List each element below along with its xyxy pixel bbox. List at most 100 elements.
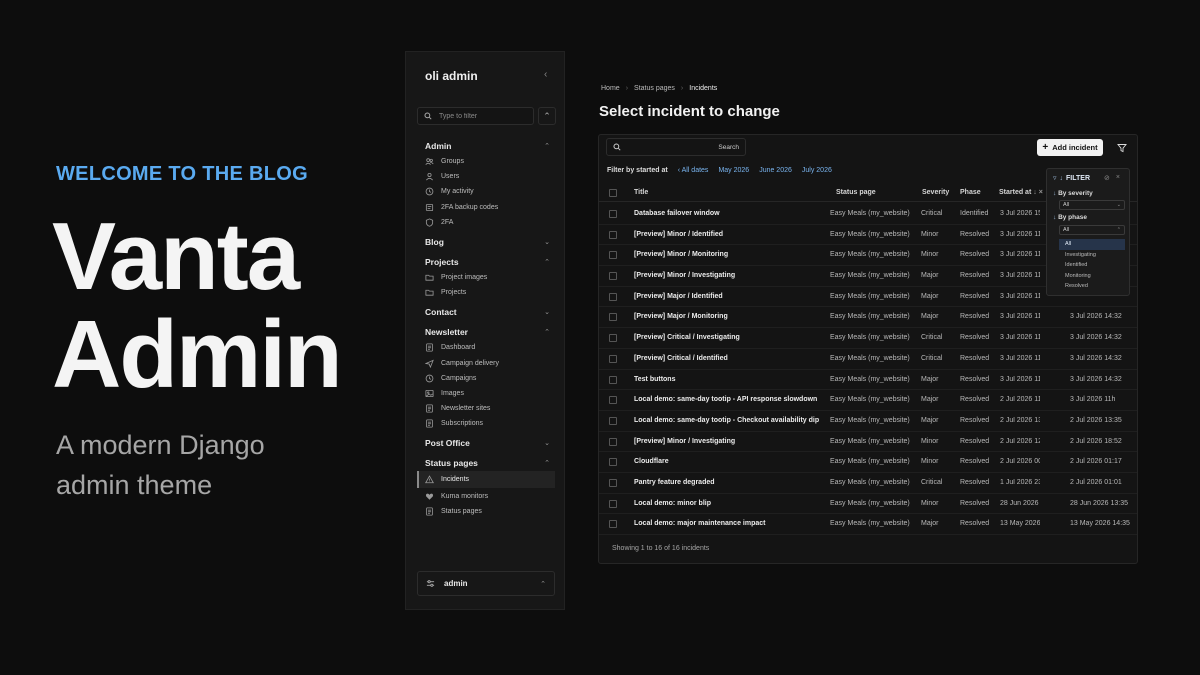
column-status-page[interactable]: Status page (836, 189, 876, 196)
date-link-all[interactable]: ‹ All dates (678, 167, 709, 174)
row-checkbox[interactable] (609, 313, 617, 322)
filter-severity-label: ↓ By severity (1053, 190, 1093, 197)
incident-title-link[interactable]: [Preview] Minor / Identified (634, 231, 723, 238)
sidebar-item-incidents[interactable]: Incidents (417, 471, 555, 489)
breadcrumb-home[interactable]: Home (601, 85, 620, 92)
incident-title-link[interactable]: Local demo: minor blip (634, 500, 711, 507)
incident-title-link[interactable]: [Preview] Major / Identified (634, 293, 723, 300)
date-hierarchy: Filter by started at ‹ All dates May 202… (607, 167, 832, 174)
row-checkbox[interactable] (609, 251, 617, 260)
breadcrumb-status-pages[interactable]: Status pages (634, 85, 675, 92)
row-checkbox[interactable] (609, 375, 617, 384)
sidebar-group-projects[interactable]: Projects ⌃ (417, 254, 555, 270)
phase-cell: Resolved (960, 416, 990, 424)
close-icon[interactable]: × (1116, 174, 1120, 182)
sidebar-item-kuma-monitors[interactable]: Kuma monitors (417, 488, 555, 503)
severity-select[interactable]: All ⌄ (1059, 200, 1125, 210)
search-box[interactable]: Search (606, 138, 746, 156)
row-checkbox[interactable] (609, 416, 617, 425)
phase-option[interactable]: Identified (1059, 260, 1125, 271)
sidebar-item-projects[interactable]: Projects (417, 285, 555, 300)
incident-title-link[interactable]: Local demo: same-day tootip - API respon… (634, 396, 817, 403)
chevron-up-icon: ⌃ (1116, 227, 1121, 233)
sidebar-group-blog[interactable]: Blog ⌄ (417, 234, 555, 250)
ended-at-cell: 2 Jul 2026 01:17 (1070, 458, 1122, 466)
select-all-checkbox[interactable] (609, 189, 617, 197)
date-link-july[interactable]: July 2026 (802, 167, 832, 174)
phase-cell: Resolved (960, 272, 990, 280)
row-checkbox[interactable] (609, 354, 617, 363)
sidebar-item-2fa-backup-codes[interactable]: 2FA backup codes (417, 200, 555, 215)
sidebar-item-campaign-delivery[interactable]: Campaign delivery (417, 356, 555, 371)
column-phase[interactable]: Phase (960, 189, 981, 196)
search-button[interactable]: Search (718, 144, 739, 151)
phase-option[interactable]: All (1059, 239, 1125, 250)
sidebar-group-status-pages[interactable]: Status pages ⌃ (417, 455, 555, 471)
sidebar-item-my-activity[interactable]: My activity (417, 184, 555, 199)
phase-select[interactable]: All ⌃ (1059, 225, 1125, 235)
sidebar-item-groups[interactable]: Groups (417, 154, 555, 169)
remove-sort-icon[interactable]: × (1039, 189, 1043, 196)
sidebar-group-post-office[interactable]: Post Office ⌄ (417, 435, 555, 451)
phase-option[interactable]: Resolved (1059, 281, 1125, 292)
incident-title-link[interactable]: Test buttons (634, 376, 675, 383)
incident-title-link[interactable]: Local demo: major maintenance impact (634, 520, 765, 527)
sidebar-item-label: Kuma monitors (441, 492, 489, 500)
image-icon (425, 389, 434, 398)
incident-title-link[interactable]: [Preview] Minor / Investigating (634, 438, 735, 445)
incident-title-link[interactable]: Local demo: same-day tootip - Checkout a… (634, 417, 819, 424)
row-checkbox[interactable] (609, 272, 617, 281)
started-at-cell: 3 Jul 2026 11:5 (1000, 230, 1040, 238)
date-link-may[interactable]: May 2026 (718, 167, 749, 174)
row-checkbox[interactable] (609, 520, 617, 529)
collapse-sidebar-icon[interactable]: ‹ (544, 69, 547, 80)
sidebar-group-admin[interactable]: Admin ⌃ (417, 138, 555, 154)
column-title[interactable]: Title (634, 189, 648, 196)
incident-title-link[interactable]: Pantry feature degraded (634, 479, 715, 486)
column-started-at[interactable]: Started at ↓ × (999, 189, 1043, 196)
incident-title-link[interactable]: [Preview] Major / Monitoring (634, 313, 728, 320)
sidebar-item-newsletter-sites[interactable]: Newsletter sites (417, 401, 555, 416)
clear-filters-icon[interactable]: ⊘ (1104, 174, 1110, 182)
sidebar-item-project-images[interactable]: Project images (417, 270, 555, 285)
row-checkbox[interactable] (609, 230, 617, 239)
filter-toggle-button[interactable] (1115, 141, 1129, 155)
sidebar-item-subscriptions[interactable]: Subscriptions (417, 416, 555, 431)
row-checkbox[interactable] (609, 334, 617, 343)
row-checkbox[interactable] (609, 292, 617, 301)
severity-cell: Critical (921, 334, 943, 342)
incident-title-link[interactable]: [Preview] Minor / Investigating (634, 272, 735, 279)
chevron-up-icon: ⌃ (544, 329, 550, 337)
date-link-june[interactable]: June 2026 (759, 167, 792, 174)
severity-cell: Critical (921, 354, 943, 362)
row-checkbox[interactable] (609, 210, 617, 218)
expand-all-icon[interactable]: ⌃ (538, 107, 556, 125)
sidebar-item-users[interactable]: Users (417, 169, 555, 184)
sidebar-filter-input[interactable] (439, 112, 524, 120)
sidebar-item-dashboard[interactable]: Dashboard (417, 340, 555, 355)
row-checkbox[interactable] (609, 396, 617, 405)
sidebar-item-campaigns[interactable]: Campaigns (417, 371, 555, 386)
incident-title-link[interactable]: [Preview] Critical / Identified (634, 355, 728, 362)
add-incident-button[interactable]: + Add incident (1037, 139, 1103, 156)
user-menu[interactable]: admin ⌃ (417, 571, 555, 596)
sidebar-item-status-pages[interactable]: Status pages (417, 504, 555, 519)
column-severity[interactable]: Severity (922, 189, 949, 196)
phase-option[interactable]: Investigating (1059, 250, 1125, 261)
phase-option[interactable]: Monitoring (1059, 271, 1125, 282)
sidebar-group-newsletter[interactable]: Newsletter ⌃ (417, 324, 555, 340)
incident-title-link[interactable]: [Preview] Critical / Investigating (634, 334, 740, 341)
row-checkbox[interactable] (609, 458, 617, 467)
incident-title-link[interactable]: Cloudflare (634, 458, 669, 465)
filter-title: FILTER (1066, 174, 1090, 182)
incident-title-link[interactable]: [Preview] Minor / Monitoring (634, 251, 728, 258)
sidebar-item-label: Project images (441, 274, 488, 282)
sidebar-item-2fa[interactable]: 2FA (417, 215, 555, 230)
incident-title-link[interactable]: Database failover window (634, 210, 720, 217)
phase-cell: Resolved (960, 334, 990, 342)
row-checkbox[interactable] (609, 499, 617, 508)
sidebar-item-images[interactable]: Images (417, 386, 555, 401)
row-checkbox[interactable] (609, 437, 617, 446)
sidebar-group-contact[interactable]: Contact ⌄ (417, 304, 555, 320)
row-checkbox[interactable] (609, 478, 617, 487)
